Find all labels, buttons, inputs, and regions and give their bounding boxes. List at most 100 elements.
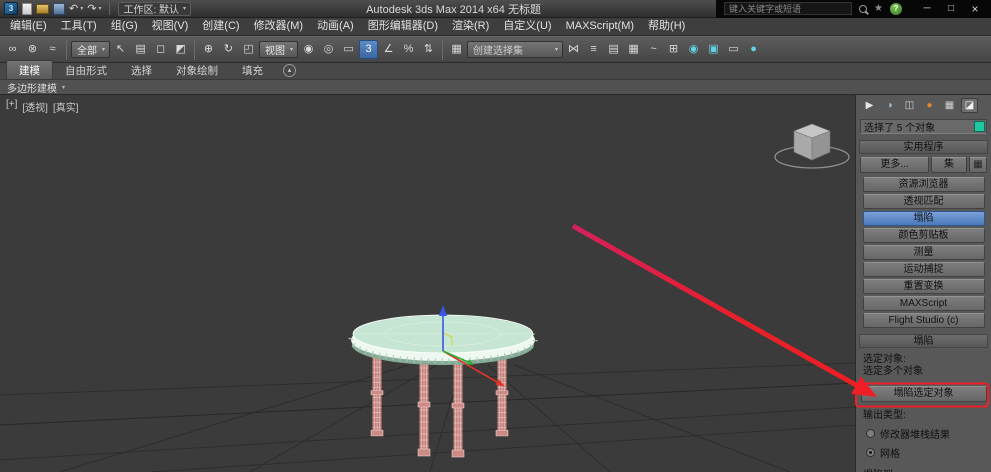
named-selection-sets-combo[interactable]: 创建选择集 ▾ <box>467 41 563 58</box>
workspace-combo[interactable]: 工作区: 默认 ▾ <box>118 2 191 16</box>
create-tab-icon[interactable]: ▶ <box>861 98 878 113</box>
tab-object-paint[interactable]: 对象绘制 <box>164 61 230 79</box>
menu-help[interactable]: 帮助(H) <box>641 18 692 35</box>
modify-tab-icon[interactable]: ◑ <box>881 98 898 113</box>
utilities-rollout-header[interactable]: 实用程序 <box>859 140 988 154</box>
curve-editor-icon[interactable]: ~ <box>644 40 663 59</box>
select-and-link-icon[interactable]: ∞ <box>3 40 22 59</box>
menu-rendering[interactable]: 渲染(R) <box>445 18 496 35</box>
select-and-manipulate-icon[interactable]: ◎ <box>319 40 338 59</box>
asset-browser-button[interactable]: 资源浏览器 <box>863 177 985 192</box>
search-input[interactable] <box>724 2 852 15</box>
redo-icon[interactable]: ↷ <box>87 1 96 17</box>
bind-to-space-warp-icon[interactable]: ≈ <box>43 40 62 59</box>
hierarchy-tab-icon[interactable]: ◫ <box>901 98 918 113</box>
menu-maxscript[interactable]: MAXScript(M) <box>559 18 641 35</box>
rendered-frame-icon[interactable]: ▭ <box>724 40 743 59</box>
use-pivot-center-icon[interactable]: ◉ <box>299 40 318 59</box>
selection-filter-combo[interactable]: 全部 ▾ <box>71 41 110 58</box>
reference-coordinate-combo[interactable]: 视图 ▾ <box>259 41 298 58</box>
render-setup-icon[interactable]: ▣ <box>704 40 723 59</box>
ribbon-minimize-icon[interactable]: ▴ <box>283 64 296 77</box>
render-production-icon[interactable]: ● <box>744 40 763 59</box>
menu-tools[interactable]: 工具(T) <box>54 18 104 35</box>
menu-group[interactable]: 组(G) <box>104 18 145 35</box>
search-icon[interactable] <box>859 5 867 13</box>
schematic-view-icon[interactable]: ⊞ <box>664 40 683 59</box>
menu-modifiers[interactable]: 修改器(M) <box>247 18 311 35</box>
viewport-pov-menu[interactable]: [透视] <box>22 99 48 114</box>
keyboard-override-icon[interactable]: ▭ <box>339 40 358 59</box>
new-file-icon[interactable] <box>22 3 32 15</box>
snap-toggle-3d-icon[interactable]: 3 <box>359 40 378 59</box>
flight-studio-button[interactable]: Flight Studio (c) <box>863 313 985 328</box>
angle-snap-icon[interactable]: ∠ <box>379 40 398 59</box>
menu-edit[interactable]: 编辑(E) <box>3 18 54 35</box>
perspective-viewport[interactable]: [+] [透视] [真实] <box>0 95 855 472</box>
layer-manager-icon[interactable]: ▤ <box>604 40 623 59</box>
edit-named-sets-icon[interactable]: ▦ <box>447 40 466 59</box>
menu-customize[interactable]: 自定义(U) <box>496 18 558 35</box>
color-clipboard-button[interactable]: 颜色剪贴板 <box>863 228 985 243</box>
menu-graph-editors[interactable]: 图形编辑器(D) <box>361 18 445 35</box>
divider <box>442 40 443 60</box>
save-file-icon[interactable] <box>53 3 65 15</box>
redo-dropdown-icon[interactable]: ▾ <box>98 5 101 12</box>
utilities-tab-icon[interactable]: ◪ <box>961 98 978 113</box>
radio-selected-icon[interactable] <box>866 448 875 457</box>
spinner-snap-icon[interactable]: ⇅ <box>419 40 438 59</box>
open-file-icon[interactable] <box>36 4 49 14</box>
output-option-mesh[interactable]: 网格 <box>856 445 991 460</box>
favorites-star-icon[interactable]: ★ <box>874 3 883 14</box>
minimize-button[interactable]: ─ <box>915 0 939 18</box>
tab-selection[interactable]: 选择 <box>119 61 164 79</box>
help-icon[interactable]: ? <box>890 3 902 15</box>
viewport-shading-menu[interactable]: [真实] <box>53 99 79 114</box>
app-logo-icon[interactable]: 3 <box>4 2 18 15</box>
display-tab-icon[interactable]: ▦ <box>941 98 958 113</box>
output-option-modifier-stack[interactable]: 修改器堆栈结果 <box>856 426 991 441</box>
utilities-config-icon[interactable]: ▦ <box>969 157 987 173</box>
perspective-match-button[interactable]: 透视匹配 <box>863 194 985 209</box>
menu-views[interactable]: 视图(V) <box>145 18 196 35</box>
radio-icon[interactable] <box>866 429 875 438</box>
window-crossing-icon[interactable]: ◩ <box>171 40 190 59</box>
motion-capture-button[interactable]: 运动捕捉 <box>863 262 985 277</box>
measure-button[interactable]: 测量 <box>863 245 985 260</box>
align-icon[interactable]: ≡ <box>584 40 603 59</box>
chevron-down-icon: ▾ <box>62 84 65 91</box>
select-and-rotate-icon[interactable]: ↻ <box>219 40 238 59</box>
more-utilities-button[interactable]: 更多... <box>860 157 929 173</box>
viewport-general-menu[interactable]: [+] <box>6 99 17 114</box>
select-and-move-icon[interactable]: ⊕ <box>199 40 218 59</box>
undo-icon[interactable]: ↶ <box>69 1 78 17</box>
select-by-name-icon[interactable]: ▤ <box>131 40 150 59</box>
close-button[interactable]: × <box>963 0 987 18</box>
percent-snap-icon[interactable]: % <box>399 40 418 59</box>
undo-dropdown-icon[interactable]: ▾ <box>80 5 83 12</box>
tab-modeling[interactable]: 建模 <box>6 60 53 79</box>
maxscript-button[interactable]: MAXScript <box>863 296 985 311</box>
select-and-scale-icon[interactable]: ◰ <box>239 40 258 59</box>
utility-sets-button[interactable]: 集 <box>931 157 967 173</box>
reset-xform-button[interactable]: 重置变换 <box>863 279 985 294</box>
collapse-rollout-header[interactable]: 塌陷 <box>859 334 988 348</box>
collapse-utility-button[interactable]: 塌陷 <box>863 211 985 226</box>
unlink-selection-icon[interactable]: ⊗ <box>23 40 42 59</box>
menu-create[interactable]: 创建(C) <box>195 18 246 35</box>
collapse-selected-button[interactable]: 塌陷选定对象 <box>861 386 987 402</box>
motion-tab-icon[interactable]: ● <box>921 98 938 113</box>
graphite-toggle-icon[interactable]: ▦ <box>624 40 643 59</box>
menu-animation[interactable]: 动画(A) <box>310 18 361 35</box>
workspace-label: 工作区: 默认 <box>123 1 179 16</box>
material-editor-icon[interactable]: ◉ <box>684 40 703 59</box>
tab-populate[interactable]: 填充 <box>230 61 275 79</box>
mirror-icon[interactable]: ⋈ <box>564 40 583 59</box>
maximize-button[interactable]: □ <box>939 0 963 18</box>
viewcube[interactable] <box>775 124 849 168</box>
select-object-icon[interactable]: ↖ <box>111 40 130 59</box>
rect-selection-region-icon[interactable]: ◻ <box>151 40 170 59</box>
tab-freeform[interactable]: 自由形式 <box>53 61 119 79</box>
polygon-modeling-panel[interactable]: 多边形建模 <box>7 80 57 95</box>
viewport-canvas[interactable] <box>0 95 855 472</box>
